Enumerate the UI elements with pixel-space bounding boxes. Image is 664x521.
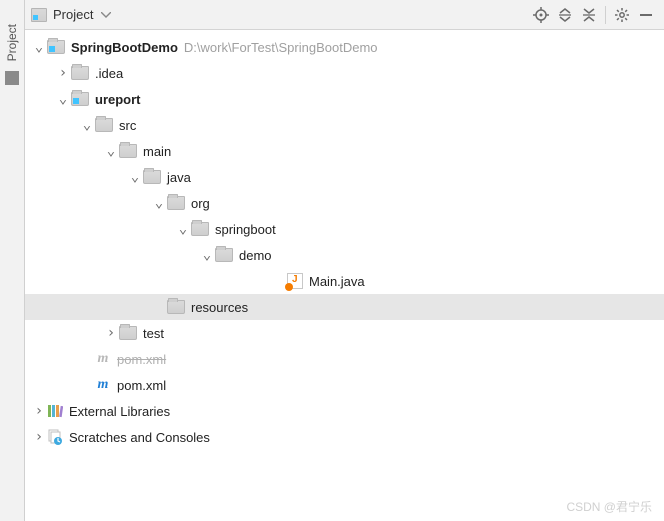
- hide-icon[interactable]: [634, 3, 658, 27]
- node-label: resources: [191, 300, 248, 315]
- project-side-tab[interactable]: Project: [0, 0, 25, 521]
- node-label: Scratches and Consoles: [69, 430, 210, 445]
- tree-node-root[interactable]: ⌄ SpringBootDemo D:\work\ForTest\SpringB…: [25, 34, 664, 60]
- tree-node-ureport[interactable]: ⌄ ureport: [25, 86, 664, 112]
- project-dropdown[interactable]: Project: [53, 7, 93, 22]
- folder-icon: [167, 300, 185, 314]
- tree-node-main-java[interactable]: Main.java: [25, 268, 664, 294]
- node-label: .idea: [95, 66, 123, 81]
- node-label: springboot: [215, 222, 276, 237]
- tree-node-org[interactable]: ⌄ org: [25, 190, 664, 216]
- tree-node-main[interactable]: ⌄ main: [25, 138, 664, 164]
- side-tab-label: Project: [5, 20, 19, 65]
- expand-arrow-icon[interactable]: ⌄: [199, 247, 215, 263]
- toolbar-separator: [605, 6, 606, 24]
- collapse-arrow-icon[interactable]: ›: [31, 429, 47, 445]
- expand-arrow-icon[interactable]: ⌄: [127, 169, 143, 185]
- node-label: pom.xml: [117, 352, 166, 367]
- library-icon: [47, 403, 63, 419]
- collapse-all-icon[interactable]: [577, 3, 601, 27]
- expand-arrow-icon[interactable]: ⌄: [55, 91, 71, 107]
- expand-all-icon[interactable]: [553, 3, 577, 27]
- node-label: Main.java: [309, 274, 365, 289]
- folder-icon: [167, 196, 185, 210]
- folder-icon: [191, 222, 209, 236]
- java-file-icon: [287, 273, 303, 289]
- tree-node-idea[interactable]: › .idea: [25, 60, 664, 86]
- tree-node-java[interactable]: ⌄ java: [25, 164, 664, 190]
- tree-node-pom[interactable]: m pom.xml: [25, 372, 664, 398]
- scratches-icon: [47, 429, 63, 445]
- tree-node-resources[interactable]: resources: [25, 294, 664, 320]
- collapse-arrow-icon[interactable]: ›: [55, 65, 71, 81]
- node-label: test: [143, 326, 164, 341]
- tree-node-test[interactable]: › test: [25, 320, 664, 346]
- folder-icon: [119, 144, 137, 158]
- node-label: ureport: [95, 92, 141, 107]
- tree-node-pom-ignored[interactable]: m pom.xml: [25, 346, 664, 372]
- tree-node-springboot[interactable]: ⌄ springboot: [25, 216, 664, 242]
- node-label: org: [191, 196, 210, 211]
- folder-icon: [71, 66, 89, 80]
- locate-icon[interactable]: [529, 3, 553, 27]
- expand-arrow-icon[interactable]: ⌄: [175, 221, 191, 237]
- node-label: SpringBootDemo: [71, 40, 178, 55]
- side-tab-handle: [5, 71, 19, 85]
- folder-icon: [95, 118, 113, 132]
- tree-node-demo[interactable]: ⌄ demo: [25, 242, 664, 268]
- maven-icon: m: [95, 351, 111, 367]
- expand-arrow-icon[interactable]: ⌄: [103, 143, 119, 159]
- project-toolbar: Project: [25, 0, 664, 30]
- folder-icon: [143, 170, 161, 184]
- expand-arrow-icon[interactable]: ⌄: [151, 195, 167, 211]
- expand-arrow-icon[interactable]: ⌄: [79, 117, 95, 133]
- project-view-icon: [31, 8, 47, 22]
- gear-icon[interactable]: [610, 3, 634, 27]
- node-label: java: [167, 170, 191, 185]
- node-label: External Libraries: [69, 404, 170, 419]
- tree-node-scratches[interactable]: › Scratches and Consoles: [25, 424, 664, 450]
- folder-icon: [119, 326, 137, 340]
- project-tree[interactable]: ⌄ SpringBootDemo D:\work\ForTest\SpringB…: [25, 30, 664, 521]
- maven-icon: m: [95, 377, 111, 393]
- module-icon: [47, 40, 65, 54]
- collapse-arrow-icon[interactable]: ›: [31, 403, 47, 419]
- folder-icon: [215, 248, 233, 262]
- expand-arrow-icon[interactable]: ⌄: [31, 39, 47, 55]
- node-label: pom.xml: [117, 378, 166, 393]
- chevron-down-icon[interactable]: [101, 12, 111, 18]
- collapse-arrow-icon[interactable]: ›: [103, 325, 119, 341]
- node-label: src: [119, 118, 136, 133]
- module-icon: [71, 92, 89, 106]
- tree-node-external-libs[interactable]: › External Libraries: [25, 398, 664, 424]
- node-label: demo: [239, 248, 272, 263]
- node-label: main: [143, 144, 171, 159]
- tree-node-src[interactable]: ⌄ src: [25, 112, 664, 138]
- node-path: D:\work\ForTest\SpringBootDemo: [184, 40, 378, 55]
